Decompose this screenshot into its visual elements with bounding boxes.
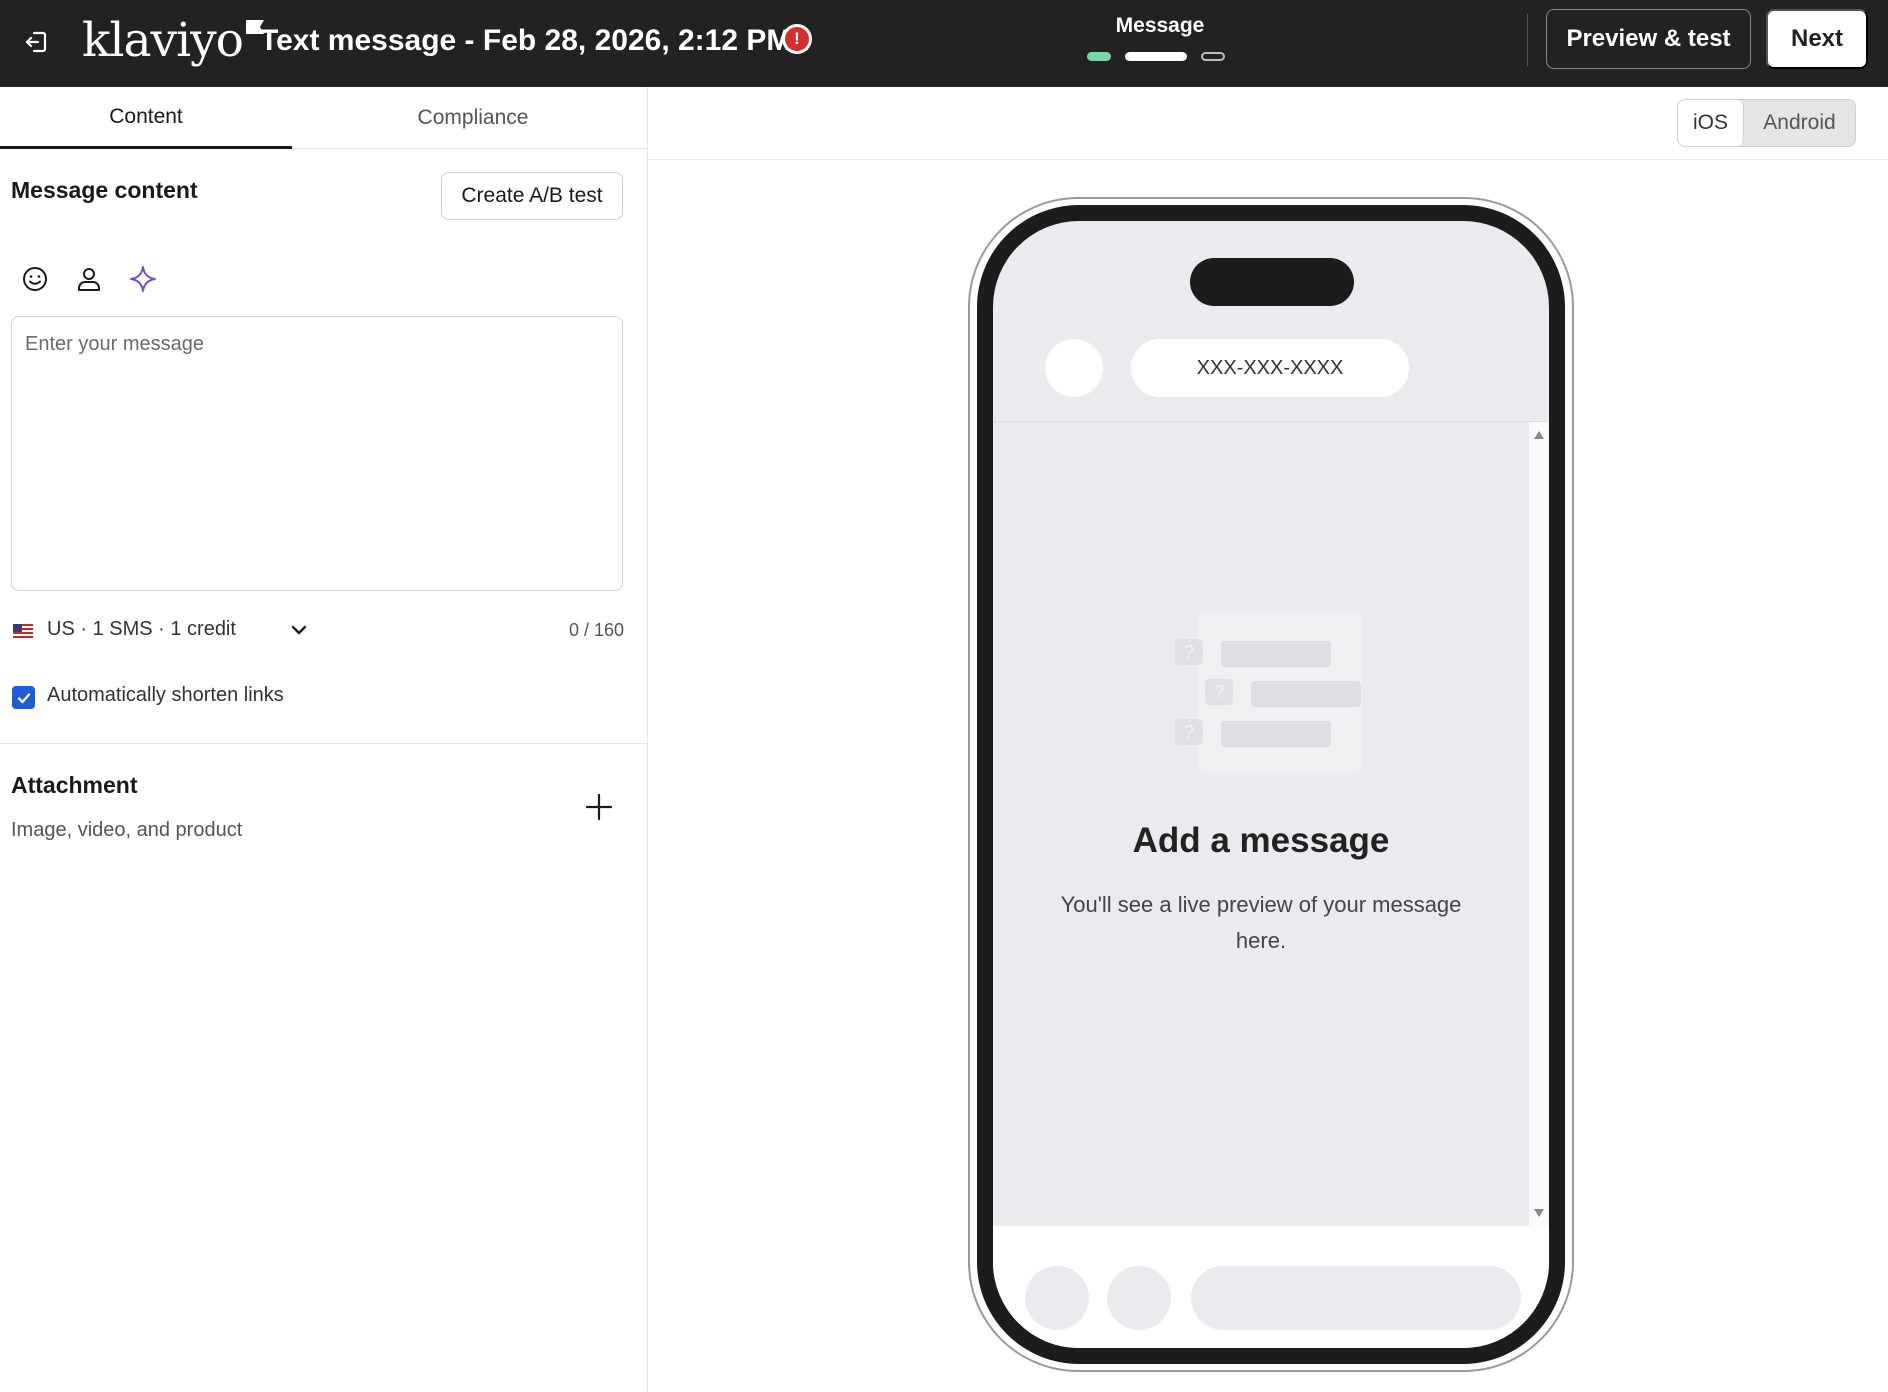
shorten-links-label: Automatically shorten links [47,684,284,706]
step-3-pending [1201,52,1225,61]
preview-toolbar: iOS Android [648,87,1888,160]
tab-compliance[interactable]: Compliance [292,87,654,149]
sparkle-icon [130,266,156,292]
sms-region-selector[interactable]: US · 1 SMS · 1 credit [47,618,236,641]
contact-phone-number: XXX-XXX-XXXX [1131,339,1409,397]
step-1-complete [1087,52,1111,61]
platform-ios-option[interactable]: iOS [1678,100,1744,146]
empty-state-title: Add a message [1132,821,1390,860]
editor-tabs: Content Compliance [0,87,648,149]
preview-scrollbar[interactable] [1529,422,1549,1226]
screen-divider [993,421,1549,422]
composer-button-placeholder [1107,1266,1171,1330]
header-divider [1527,14,1528,66]
step-2-current [1125,52,1187,61]
exit-icon [25,31,47,53]
editor-panel: Content Compliance Message content Creat… [0,87,648,1392]
emoji-icon [23,267,47,291]
ai-assist-button[interactable] [127,263,159,295]
chevron-down-icon[interactable] [288,619,310,641]
message-title[interactable]: Text message - Feb 28, 2026, 2:12 PM [260,21,791,61]
section-divider [0,743,647,744]
step-label: Message [1115,14,1205,37]
emoji-button[interactable] [19,263,51,295]
logo-text: klaviyo [82,13,244,68]
svg-text:?: ? [1184,642,1194,662]
klaviyo-logo: klaviyo [82,14,264,68]
top-bar: klaviyo Text message - Feb 28, 2026, 2:1… [0,0,1888,87]
dynamic-island [1190,258,1354,306]
tab-content[interactable]: Content [0,87,292,149]
attachment-description: Image, video, and product [11,819,243,841]
exit-button[interactable] [18,24,54,60]
next-button[interactable]: Next [1766,9,1868,69]
alert-glyph: ! [785,27,809,51]
create-ab-test-button[interactable]: Create A/B test [441,172,623,220]
platform-toggle: iOS Android [1677,99,1856,147]
message-input[interactable] [11,316,623,591]
step-indicator [1087,52,1225,61]
phone-frame: XXX-XXX-XXXX ? ? ? Add a message You'll … [977,205,1565,1364]
svg-text:?: ? [1214,682,1224,702]
contact-avatar [1045,339,1103,397]
phone-screen: XXX-XXX-XXXX ? ? ? Add a message You'll … [993,221,1549,1348]
scroll-up-arrow-icon[interactable] [1534,431,1544,439]
check-icon [17,692,30,703]
composer-button-placeholder [1025,1266,1089,1330]
add-attachment-icon[interactable] [582,790,616,824]
empty-message-illustration-icon: ? ? ? [1175,611,1362,775]
person-icon [78,268,100,291]
attachment-heading: Attachment [11,772,138,798]
us-flag-icon [13,624,33,638]
message-content-heading: Message content [11,177,198,203]
preview-panel: iOS Android XXX-XXX-XXXX ? ? ? Add a mes… [648,87,1888,1392]
phone-mockup: XXX-XXX-XXXX ? ? ? Add a message You'll … [968,197,1574,1372]
alert-circle-icon[interactable]: ! [782,24,812,54]
shorten-links-checkbox[interactable] [12,686,35,709]
personalization-button[interactable] [73,263,105,295]
scroll-down-arrow-icon[interactable] [1534,1209,1544,1217]
svg-text:?: ? [1184,722,1194,742]
phone-composer [993,1226,1549,1348]
composer-input-placeholder [1191,1266,1521,1330]
platform-android-option[interactable]: Android [1744,100,1855,146]
empty-state-subtitle: You'll see a live preview of your messag… [1060,892,1462,953]
preview-test-button[interactable]: Preview & test [1546,9,1751,69]
character-count: 0 / 160 [568,620,624,640]
